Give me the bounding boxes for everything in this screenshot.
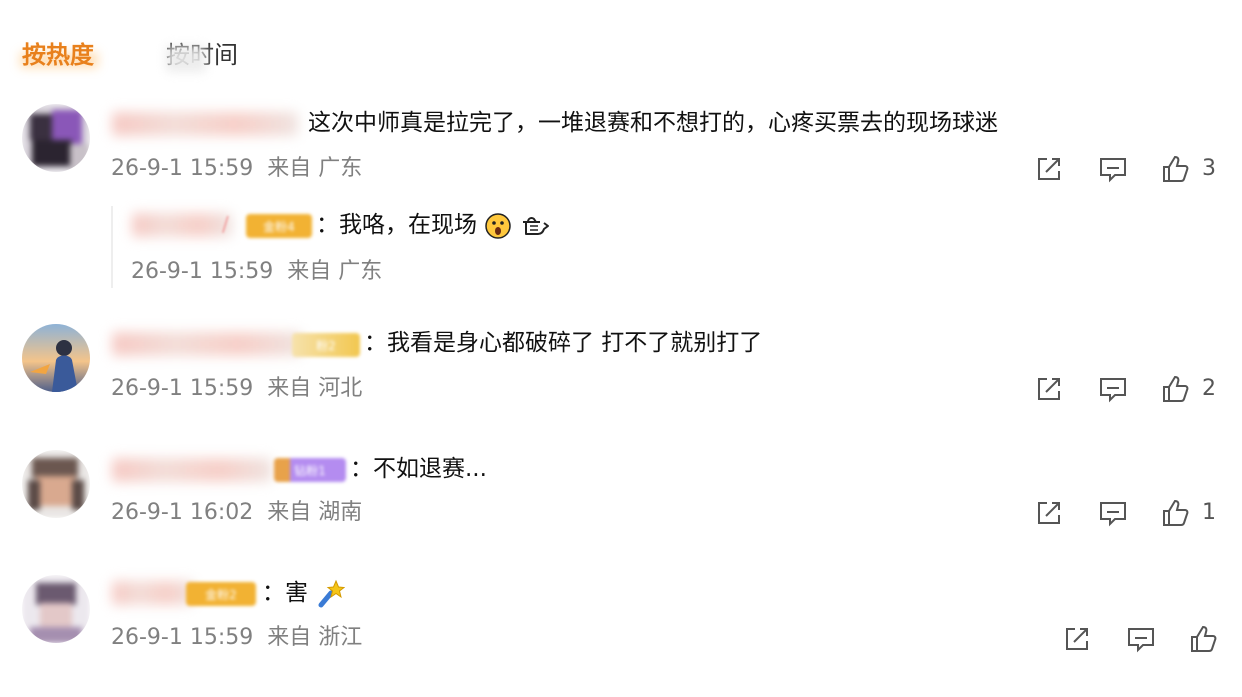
like-count: 1 xyxy=(1202,500,1216,525)
share-button[interactable] xyxy=(1034,374,1064,404)
username-blurred[interactable] xyxy=(112,112,298,136)
like-button[interactable] xyxy=(1188,624,1218,654)
like-count: 2 xyxy=(1202,376,1216,401)
share-button[interactable] xyxy=(1034,154,1064,184)
comment-icon xyxy=(1100,158,1126,183)
tab-mask xyxy=(166,46,206,72)
share-icon xyxy=(1038,502,1060,524)
reply-time: 26-9-1 15:59 xyxy=(131,259,274,284)
comment-location: 来自 浙江 xyxy=(267,625,363,650)
fan-badge: 金粉4 xyxy=(246,214,312,238)
comment-meta: 26-9-1 15:59 来自 广东 xyxy=(111,154,362,184)
comment-time: 26-9-1 15:59 xyxy=(111,376,254,401)
comment-meta: 26-9-1 16:02 来自 湖南 xyxy=(111,498,362,528)
comment-button[interactable] xyxy=(1098,154,1128,184)
thumbs-up-icon xyxy=(1163,499,1189,526)
avatar[interactable] xyxy=(22,104,90,172)
sort-by-hot-tab[interactable]: 按热度 xyxy=(22,38,94,72)
comment-time: 26-9-1 15:59 xyxy=(111,156,254,181)
comment-location: 来自 河北 xyxy=(267,376,363,401)
comment-button[interactable] xyxy=(1098,374,1128,404)
share-button[interactable] xyxy=(1062,624,1092,654)
reply-username-blurred[interactable] xyxy=(132,213,232,237)
like-count: 3 xyxy=(1202,156,1216,181)
fan-badge: 钻粉1 xyxy=(274,458,346,482)
like-button[interactable] xyxy=(1160,374,1190,404)
comment-text: ：害 xyxy=(262,576,346,610)
username-blurred[interactable] xyxy=(112,458,272,482)
comment-meta: 26-9-1 15:59 来自 河北 xyxy=(111,374,362,404)
share-button[interactable] xyxy=(1034,498,1064,528)
comment-location: 来自 广东 xyxy=(267,156,363,181)
reply-text: ：我咯，在现场 xyxy=(316,208,550,242)
avatar[interactable] xyxy=(22,324,90,392)
fan-badge: 金粉2 xyxy=(186,582,256,606)
pointing-hand-icon xyxy=(522,216,549,235)
username-blurred[interactable] xyxy=(112,332,302,356)
comment-icon xyxy=(1128,628,1154,653)
reply-location: 来自 广东 xyxy=(287,259,383,284)
share-icon xyxy=(1038,378,1060,400)
thumbs-up-icon xyxy=(1191,625,1217,652)
comment-time: 26-9-1 16:02 xyxy=(111,500,254,525)
reply-divider xyxy=(111,206,113,288)
comment-text: 这次中师真是拉完了，一堆退赛和不想打的，心疼买票去的现场球迷 xyxy=(308,110,998,136)
like-button[interactable] xyxy=(1160,154,1190,184)
comment-time: 26-9-1 15:59 xyxy=(111,625,254,650)
fan-badge: 粉2 xyxy=(292,333,360,357)
username-blurred[interactable] xyxy=(112,581,194,605)
comment-button[interactable] xyxy=(1126,624,1156,654)
surprised-face-icon xyxy=(485,212,512,239)
comment-text: ：我看是身心都破碎了 打不了就别打了 xyxy=(364,330,763,356)
shooting-star-icon xyxy=(318,579,346,607)
username-tail: / xyxy=(222,212,229,236)
share-icon xyxy=(1066,628,1088,650)
thumbs-up-icon xyxy=(1163,375,1189,402)
thumbs-up-icon xyxy=(1163,155,1189,182)
comment-location: 来自 湖南 xyxy=(267,500,363,525)
comment-text: ：不如退赛... xyxy=(350,456,487,482)
avatar[interactable] xyxy=(22,575,90,643)
share-icon xyxy=(1038,158,1060,180)
comment-icon xyxy=(1100,378,1126,403)
avatar[interactable] xyxy=(22,450,90,518)
comment-icon xyxy=(1100,502,1126,527)
like-button[interactable] xyxy=(1160,498,1190,528)
reply-meta: 26-9-1 15:59 来自 广东 xyxy=(131,257,382,287)
comment-meta: 26-9-1 15:59 来自 浙江 xyxy=(111,623,362,653)
comment-button[interactable] xyxy=(1098,498,1128,528)
